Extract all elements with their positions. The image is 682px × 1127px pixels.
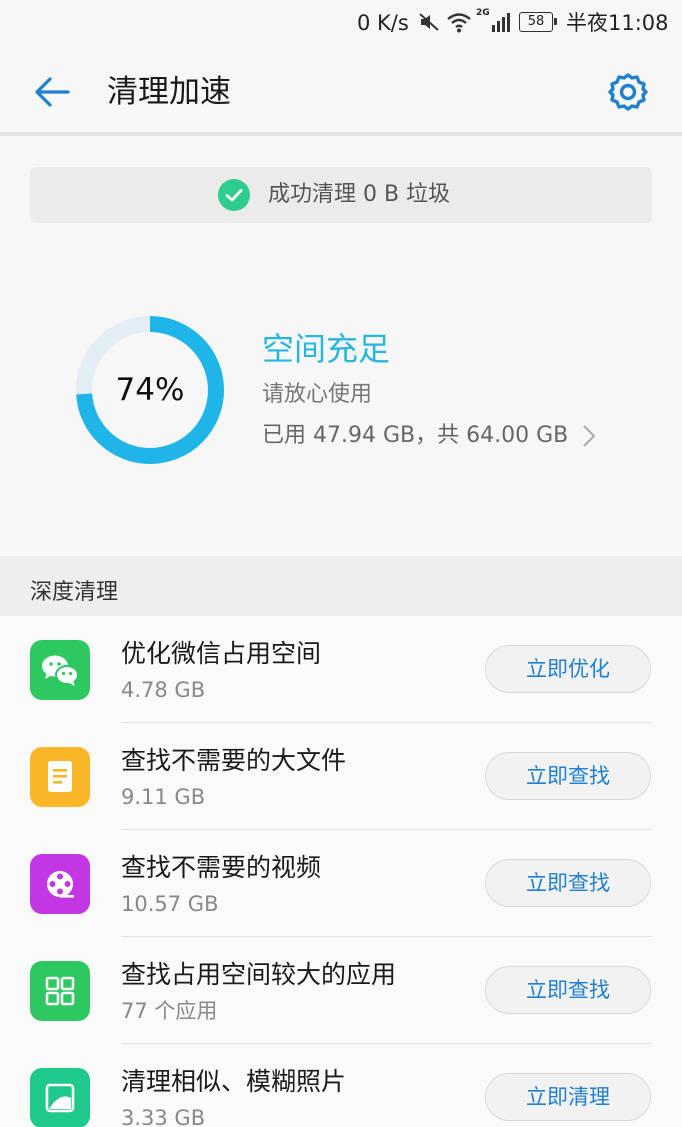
clean-result-text: 成功清理 0 B 垃圾 (268, 182, 451, 207)
find-large-apps-button[interactable]: 立即查找 (485, 966, 651, 1014)
storage-summary: 74% 空间充足 请放心使用 已用 47.94 GB，共 64.00 GB (0, 240, 682, 556)
usage-percent: 74% (115, 372, 185, 408)
find-large-files-button[interactable]: 立即查找 (485, 752, 651, 800)
storage-status-subtitle: 请放心使用 (262, 382, 373, 407)
section-title: 深度清理 (30, 580, 119, 605)
item-subtitle: 9.11 GB (121, 785, 206, 809)
list-item: 优化微信占用空间 4.78 GB 立即优化 (0, 616, 682, 723)
wechat-icon (30, 640, 90, 700)
app-root: 0 K/s 2G 58 半夜11:08 清理加速 成功清理 0 B 垃圾 74%… (0, 0, 682, 1127)
wifi-icon (446, 11, 472, 37)
deep-clean-list: 优化微信占用空间 4.78 GB 立即优化 查找不需要的大文件 9.11 GB … (0, 616, 682, 1127)
optimize-wechat-button[interactable]: 立即优化 (485, 645, 651, 693)
gear-icon (608, 73, 648, 111)
status-bar: 0 K/s 2G 58 半夜11:08 (0, 0, 682, 46)
document-icon (30, 747, 90, 807)
storage-status-title: 空间充足 (262, 330, 391, 368)
page-title: 清理加速 (107, 74, 231, 110)
item-title: 查找不需要的大文件 (121, 746, 347, 775)
photo-icon (30, 1068, 90, 1127)
app-grid-icon (30, 961, 90, 1021)
signal-icon (476, 10, 512, 38)
item-title: 查找不需要的视频 (121, 853, 322, 882)
clean-photos-button[interactable]: 立即清理 (485, 1073, 651, 1121)
item-title: 优化微信占用空间 (121, 639, 322, 668)
list-item: 查找占用空间较大的应用 77 个应用 立即查找 (0, 937, 682, 1044)
item-title: 清理相似、模糊照片 (121, 1067, 347, 1096)
clock: 半夜11:08 (566, 11, 669, 35)
clean-result-banner: 成功清理 0 B 垃圾 (30, 167, 652, 223)
list-item: 查找不需要的视频 10.57 GB 立即查找 (0, 830, 682, 937)
battery-level: 58 (519, 12, 557, 32)
check-circle-icon (218, 179, 250, 211)
header-divider (0, 132, 682, 136)
film-reel-icon (30, 854, 90, 914)
chevron-right-icon (583, 425, 596, 447)
find-videos-button[interactable]: 立即查找 (485, 859, 651, 907)
mute-icon (418, 11, 440, 37)
item-subtitle: 10.57 GB (121, 892, 219, 916)
item-title: 查找占用空间较大的应用 (121, 960, 397, 989)
back-button[interactable] (30, 70, 74, 114)
list-item: 清理相似、模糊照片 3.33 GB 立即清理 (0, 1044, 682, 1127)
storage-usage-text: 已用 47.94 GB，共 64.00 GB (262, 423, 569, 448)
item-subtitle: 4.78 GB (121, 678, 206, 702)
item-subtitle: 3.33 GB (121, 1106, 206, 1127)
app-header: 清理加速 (0, 46, 682, 132)
deep-clean-section-header: 深度清理 (0, 556, 682, 616)
list-item: 查找不需要的大文件 9.11 GB 立即查找 (0, 723, 682, 830)
storage-usage-link[interactable]: 已用 47.94 GB，共 64.00 GB (262, 420, 596, 452)
network-speed: 0 K/s (357, 11, 409, 35)
item-subtitle: 77 个应用 (121, 999, 218, 1023)
settings-button[interactable] (606, 70, 650, 114)
arrow-left-icon (35, 77, 70, 107)
storage-usage-ring: 74% (72, 312, 228, 468)
